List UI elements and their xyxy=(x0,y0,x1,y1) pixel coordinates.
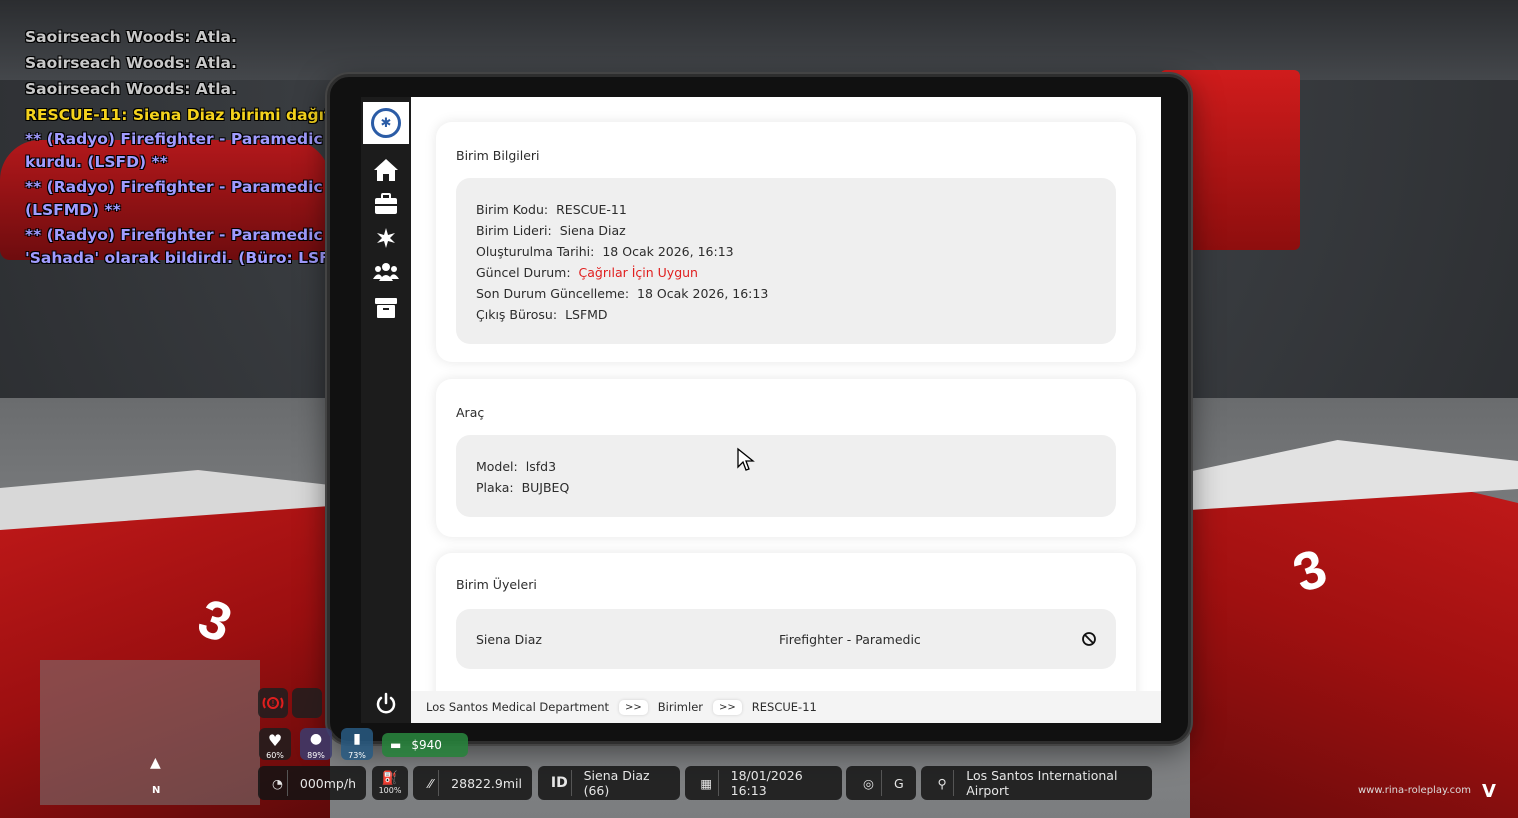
speedometer: ◔ 000mp/h xyxy=(258,766,366,800)
empty-status-slot xyxy=(292,688,322,718)
department-logo: ✱ xyxy=(363,102,409,144)
tablet-screen: ✱ Birim Bilgileri Birim Kodu: RESCUE-11 … xyxy=(361,97,1161,723)
vehicle-card: Araç Model: lsfd3 Plaka: BUJBEQ xyxy=(436,379,1136,537)
ambulance-right xyxy=(1190,460,1518,818)
fuel-value: 100% xyxy=(378,786,402,795)
star-of-life-logo-icon: ✱ xyxy=(371,108,401,138)
character-id: ID Siena Diaz (66) xyxy=(538,766,680,800)
speed-value: 000mp/h xyxy=(299,775,356,791)
chat-line: Saoirseach Woods: Atla. xyxy=(25,28,237,46)
sidebar: ✱ xyxy=(361,97,411,723)
health-value: 60% xyxy=(266,751,284,760)
wallet-icon: ▬ xyxy=(390,738,402,752)
model-label: Model: xyxy=(476,459,518,474)
minimap-north-label: N xyxy=(152,785,161,796)
datetime-value: 18/01/2026 16:13 xyxy=(730,768,803,798)
created-value: 18 Ocak 2026, 16:13 xyxy=(602,244,734,259)
unit-info-card: Birim Bilgileri Birim Kodu: RESCUE-11 Bir… xyxy=(436,122,1136,362)
food-icon: ● xyxy=(309,731,323,747)
heart-icon: ♥ xyxy=(267,731,283,750)
updated-label: Son Durum Güncelleme: xyxy=(476,286,630,301)
seatbelt-alert-icon: ! xyxy=(258,688,288,718)
player-arrow-icon: ▲ xyxy=(150,755,161,771)
plate-row: Plaka: BUJBEQ xyxy=(476,480,569,495)
bureau-value: LSFMD xyxy=(565,307,608,322)
power-icon[interactable] xyxy=(372,691,400,717)
thirst-stat: ▮ 73% xyxy=(341,728,373,760)
id-card-icon: ID xyxy=(548,770,572,796)
thirst-value: 73% xyxy=(348,751,366,760)
breadcrumb-section[interactable]: Birimler xyxy=(658,700,703,714)
archive-icon[interactable] xyxy=(372,295,400,321)
money-value: $940 xyxy=(411,738,442,752)
server-watermark: www.rina-roleplay.com xyxy=(1358,785,1471,796)
unit-detail-content: Birim Bilgileri Birim Kodu: RESCUE-11 Bir… xyxy=(411,97,1161,691)
status-row: Güncel Durum: Çağrılar İçin Uygun xyxy=(476,265,698,280)
updated-row: Son Durum Güncelleme: 18 Ocak 2026, 16:13 xyxy=(476,286,768,301)
chat-line: Saoirseach Woods: Atla. xyxy=(25,54,237,72)
mileage-value: 28822.9mil xyxy=(451,775,522,791)
breadcrumb-current: RESCUE-11 xyxy=(751,700,817,714)
road-icon: ⁄⁄ xyxy=(423,770,440,796)
unit-code-row: Birim Kodu: RESCUE-11 xyxy=(476,202,627,217)
fuel-pump-icon: ⛽ xyxy=(381,771,399,786)
compass: ◎ G xyxy=(846,766,916,800)
unit-code-label: Birim Kodu: xyxy=(476,202,549,217)
mouse-cursor-icon xyxy=(736,447,756,477)
model-row: Model: lsfd3 xyxy=(476,459,556,474)
members-card: Birim Üyeleri Siena Diaz Firefighter - P… xyxy=(436,553,1136,691)
breadcrumb-separator: >> xyxy=(619,699,648,715)
location-value: Los Santos International Airport xyxy=(966,768,1118,798)
server-logo-icon: V xyxy=(1482,781,1496,802)
vehicle-panel: Model: lsfd3 Plaka: BUJBEQ xyxy=(456,435,1116,517)
hunger-stat: ● 89% xyxy=(300,728,332,760)
health-stat: ♥ 60% xyxy=(259,728,291,760)
unit-info-panel: Birim Kodu: RESCUE-11 Birim Lideri: Siena … xyxy=(456,178,1116,344)
bureau-row: Çıkış Bürosu: LSFMD xyxy=(476,307,608,322)
hunger-value: 89% xyxy=(307,751,325,760)
updated-value: 18 Ocak 2026, 16:13 xyxy=(637,286,769,301)
breadcrumb: Los Santos Medical Department >> Birimle… xyxy=(411,691,1161,723)
member-row: Siena Diaz Firefighter - Paramedic xyxy=(456,609,1116,669)
model-value: lsfd3 xyxy=(525,459,557,474)
vehicle-title: Araç xyxy=(456,405,485,420)
created-label: Oluşturulma Tarihi: xyxy=(476,244,595,259)
mdt-tablet: ✱ Birim Bilgileri Birim Kodu: RESCUE-11 … xyxy=(327,74,1191,744)
status-value: Çağrılar İçin Uygun xyxy=(578,265,698,280)
unit-leader-value: Siena Diaz xyxy=(559,223,626,238)
date-time: ▦ 18/01/2026 16:13 xyxy=(685,766,842,800)
svg-text:!: ! xyxy=(271,699,274,708)
plate-label: Plaka: xyxy=(476,480,514,495)
status-label: Güncel Durum: xyxy=(476,265,571,280)
member-name: Siena Diaz xyxy=(476,632,542,647)
water-icon: ▮ xyxy=(353,731,361,747)
members-title: Birim Üyeleri xyxy=(456,577,537,592)
member-rank: Firefighter - Paramedic xyxy=(779,632,921,647)
money-display: ▬ $940 xyxy=(382,733,468,757)
location: ⚲ Los Santos International Airport xyxy=(921,766,1152,800)
compass-icon: ◎ xyxy=(856,770,882,796)
speedometer-icon: ◔ xyxy=(268,770,288,796)
users-icon[interactable] xyxy=(372,259,400,285)
unit-leader-label: Birim Lideri: xyxy=(476,223,552,238)
star-of-life-icon[interactable] xyxy=(372,225,400,251)
direction-value: G xyxy=(894,775,904,791)
created-row: Oluşturulma Tarihi: 18 Ocak 2026, 16:13 xyxy=(476,244,734,259)
breadcrumb-root[interactable]: Los Santos Medical Department xyxy=(426,700,609,714)
unit-code-value: RESCUE-11 xyxy=(556,202,627,217)
minimap: N ▲ xyxy=(40,660,260,805)
fuel-gauge: ⛽ 100% xyxy=(372,766,408,800)
bureau-label: Çıkış Bürosu: xyxy=(476,307,558,322)
remove-member-icon[interactable] xyxy=(1081,631,1097,647)
unit-info-title: Birim Bilgileri xyxy=(456,148,540,163)
plate-value: BUJBEQ xyxy=(521,480,570,495)
calendar-icon: ▦ xyxy=(695,770,719,796)
briefcase-icon[interactable] xyxy=(372,191,400,217)
map-pin-icon: ⚲ xyxy=(931,770,955,796)
breadcrumb-separator: >> xyxy=(713,699,742,715)
home-icon[interactable] xyxy=(372,157,400,183)
unit-leader-row: Birim Lideri: Siena Diaz xyxy=(476,223,626,238)
character-name: Siena Diaz (66) xyxy=(583,768,650,798)
odometer: ⁄⁄ 28822.9mil xyxy=(413,766,532,800)
